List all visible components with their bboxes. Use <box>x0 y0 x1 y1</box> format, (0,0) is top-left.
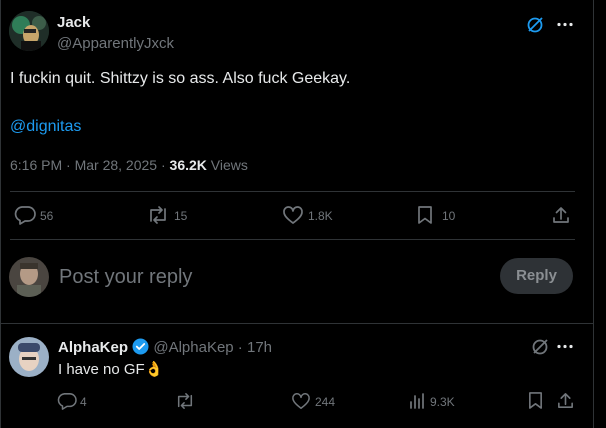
like-count: 1.8K <box>308 209 333 223</box>
reply-header: AlphaKep @AlphaKep · 17h <box>58 338 272 356</box>
author-name[interactable]: Jack <box>57 14 90 31</box>
left-border <box>0 0 1 428</box>
reply-time[interactable]: · 17h <box>234 339 272 356</box>
share-icon[interactable] <box>556 391 575 410</box>
bookmark-icon[interactable] <box>527 391 544 410</box>
author-handle[interactable]: @ApparentlyJxck <box>57 35 174 52</box>
reply-body: I have no GF👌 <box>58 360 163 378</box>
reply-text: I have no GF <box>58 361 145 378</box>
repost-count: 15 <box>174 209 188 223</box>
reply-icon[interactable] <box>57 392 77 410</box>
reply-author-avatar[interactable] <box>9 337 49 377</box>
grok-icon[interactable] <box>525 15 545 35</box>
reply-icon[interactable] <box>14 205 36 225</box>
user-avatar[interactable] <box>9 257 49 297</box>
tweet-meta: 6:16 PM · Mar 28, 2025 · 36.2K Views <box>10 157 248 173</box>
divider <box>10 191 575 192</box>
mention-link[interactable]: @dignitas <box>10 118 81 136</box>
bookmark-count: 10 <box>442 209 456 223</box>
reply-author-handle[interactable]: @AlphaKep <box>153 339 233 356</box>
tweet-body: I fuckin quit. Shittzy is so ass. Also f… <box>10 70 351 87</box>
reply-view-count: 9.3K <box>430 395 455 409</box>
bookmark-icon[interactable] <box>416 205 434 225</box>
more-icon[interactable] <box>557 22 573 27</box>
reply-button[interactable]: Reply <box>500 258 573 294</box>
author-avatar[interactable] <box>9 11 49 51</box>
more-icon[interactable] <box>557 344 573 349</box>
divider <box>0 323 594 324</box>
share-icon[interactable] <box>551 205 571 225</box>
views-count: 36.2K <box>169 157 207 173</box>
views-label: Views <box>206 157 248 173</box>
like-icon[interactable] <box>291 392 311 410</box>
like-icon[interactable] <box>282 205 304 225</box>
reply-like-count: 244 <box>315 395 336 409</box>
reply-reply-count: 4 <box>80 395 87 409</box>
reply-author-name[interactable]: AlphaKep <box>58 339 128 356</box>
grok-icon[interactable] <box>530 337 550 357</box>
views-icon[interactable] <box>409 393 425 409</box>
divider <box>10 239 575 240</box>
tweet-time[interactable]: 6:16 PM · Mar 28, 2025 · <box>10 157 170 173</box>
reply-count: 56 <box>40 209 54 223</box>
reply-input[interactable]: Post your reply <box>59 266 192 289</box>
repost-icon[interactable] <box>174 392 196 410</box>
repost-icon[interactable] <box>146 205 170 225</box>
ok-hand-emoji: 👌 <box>144 361 164 378</box>
right-border <box>593 0 594 428</box>
verified-icon <box>132 338 149 355</box>
